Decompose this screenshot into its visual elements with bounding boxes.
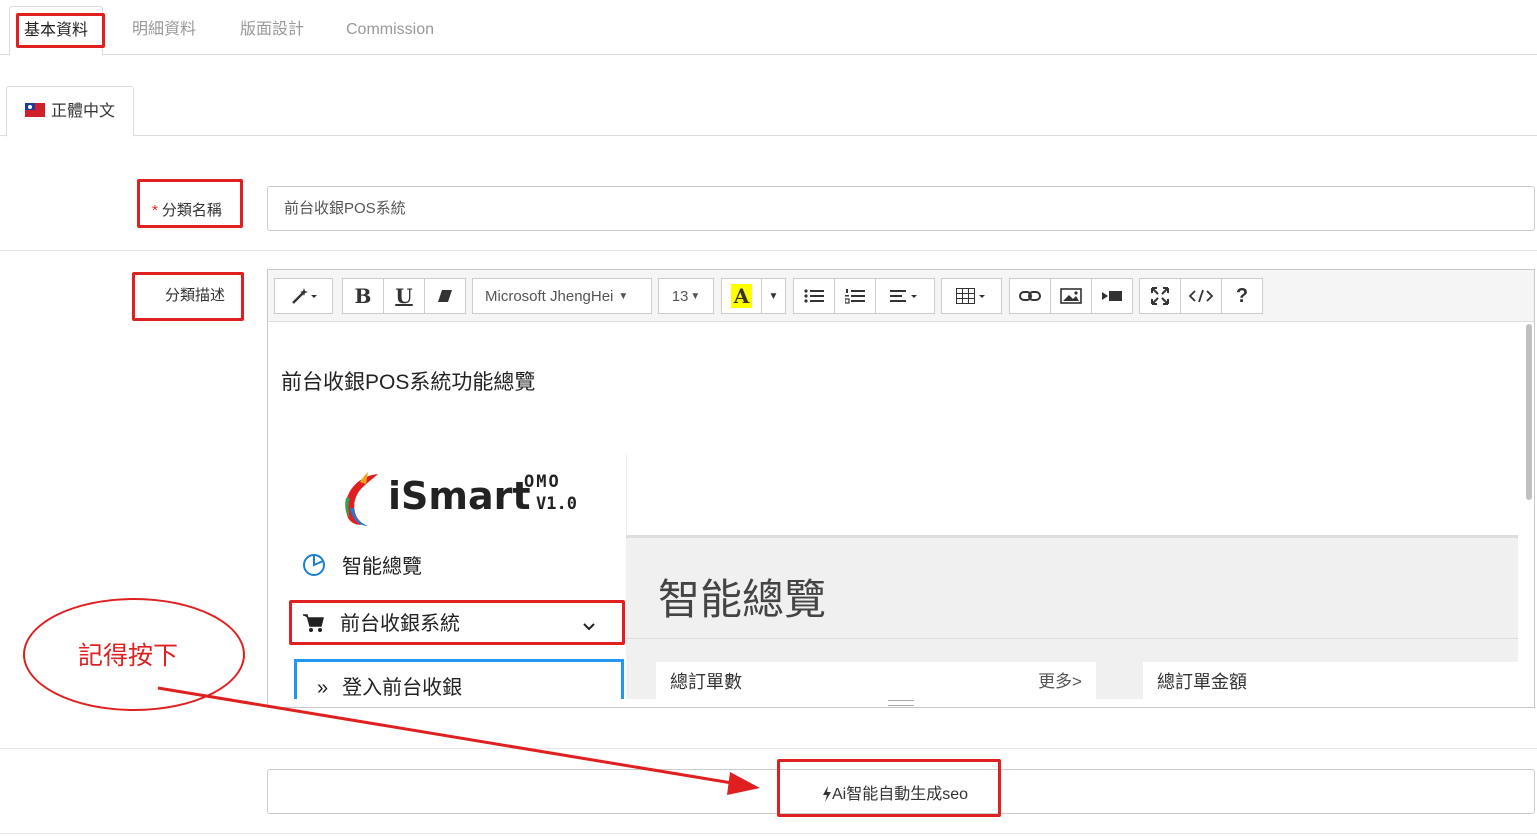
tab-commission-label: Commission: [346, 21, 435, 38]
category-description-label: 分類描述: [165, 284, 225, 305]
editor-content-area[interactable]: 前台收銀POS系統功能總覽 iSmart OMO V1.0 智能總覽 前台收銀系…: [268, 322, 1534, 699]
ordered-list-button[interactable]: [834, 278, 876, 314]
card-total-order-amount: 總訂單金額: [1143, 662, 1518, 699]
editor-resize-handle[interactable]: [888, 700, 914, 706]
eraser-icon: [438, 290, 452, 302]
required-mark: *: [152, 202, 158, 219]
editor-content-title: 前台收銀POS系統功能總覽: [281, 371, 536, 394]
fullscreen-button[interactable]: [1139, 278, 1181, 314]
text-color-icon: A: [730, 284, 753, 308]
code-view-button[interactable]: [1180, 278, 1222, 314]
row-divider: [0, 833, 1537, 834]
underline-button[interactable]: U: [383, 278, 425, 314]
tab-layout-design[interactable]: 版面設計: [226, 6, 318, 55]
tab-commission[interactable]: Commission: [332, 6, 448, 55]
row-divider: [0, 250, 1537, 251]
top-tab-bar: 基本資料 明細資料 版面設計 Commission: [0, 0, 1537, 56]
caret-down-icon: ▼: [768, 290, 779, 302]
paragraph-align-button[interactable]: [875, 278, 935, 314]
caret-down-icon: ▼: [690, 290, 701, 302]
bold-button[interactable]: B: [342, 278, 384, 314]
video-button[interactable]: [1091, 278, 1133, 314]
row-divider: [0, 748, 1537, 749]
ismart-logo-text: iSmart: [388, 474, 531, 518]
clear-format-button[interactable]: [424, 278, 466, 314]
embedded-sidebar: 智能總覽 前台收銀系統 » 登入前台收銀: [280, 535, 626, 699]
language-tab-traditional-chinese[interactable]: 正體中文: [6, 86, 134, 137]
tab-basic-info[interactable]: 基本資料: [9, 6, 104, 56]
language-tab-label: 正體中文: [51, 103, 116, 120]
picture-icon: [1060, 288, 1082, 304]
sidebar-item-overview-label: 智能總覽: [342, 556, 422, 578]
link-button[interactable]: [1009, 278, 1051, 314]
sidebar-subitem-login-pos-label: 登入前台收銀: [342, 677, 463, 699]
font-family-value: Microsoft JhengHei: [485, 287, 614, 305]
table-button[interactable]: [941, 278, 1002, 314]
shopping-cart-icon: [303, 614, 324, 632]
sidebar-subitem-login-pos: » 登入前台收銀: [294, 659, 624, 699]
caret-down-icon: ▼: [618, 290, 629, 302]
image-button[interactable]: [1050, 278, 1092, 314]
embedded-pos-screenshot: iSmart OMO V1.0 智能總覽 前台收銀系統 » 登入前台收銀 智能總…: [280, 454, 1518, 699]
tab-layout-design-label: 版面設計: [240, 21, 305, 38]
video-icon: [1102, 291, 1122, 301]
double-chevron-icon: »: [317, 677, 329, 699]
ismart-swoosh-icon: [345, 472, 378, 526]
embedded-header: [626, 454, 1518, 535]
embedded-main: 智能總覽 總訂單數 更多> 總訂單金額: [626, 535, 1518, 699]
category-name-label: * 分類名稱: [152, 199, 222, 220]
taiwan-flag-icon: [25, 103, 45, 117]
category-name-input[interactable]: 前台收銀POS系統: [267, 186, 1535, 231]
card-total-order-amount-label: 總訂單金額: [1157, 672, 1247, 692]
magic-wand-icon: [291, 288, 317, 304]
category-name-label-text: 分類名稱: [161, 202, 222, 219]
ai-seo-generate-button[interactable]: Ai智能自動生成seo: [822, 780, 968, 804]
chevron-down-icon: [583, 623, 595, 631]
font-size-value: 13: [671, 287, 689, 305]
ismart-logo-omo: OMO: [524, 472, 561, 492]
category-name-value: 前台收銀POS系統: [284, 200, 406, 217]
editor-toolbar: B U Microsoft JhengHei ▼ 13 ▼ A ▼ ?: [268, 270, 1534, 322]
ai-seo-generate-label: Ai智能自動生成seo: [832, 786, 969, 803]
card-total-orders-label: 總訂單數: [670, 672, 742, 692]
rich-text-editor: B U Microsoft JhengHei ▼ 13 ▼ A ▼ ? 前台收銀…: [267, 269, 1535, 708]
bullet-list-icon: [804, 289, 824, 303]
text-color-button[interactable]: A: [721, 278, 762, 314]
tab-detail-info-label: 明細資料: [132, 21, 197, 38]
fullscreen-icon: [1151, 287, 1169, 305]
style-magic-button[interactable]: [274, 278, 333, 314]
font-family-select[interactable]: Microsoft JhengHei ▼: [472, 278, 652, 314]
underline-icon: U: [395, 284, 413, 308]
embedded-divider: [626, 638, 1518, 639]
table-icon: [955, 288, 985, 304]
code-icon: [1188, 289, 1214, 303]
sidebar-item-overview: 智能總覽: [280, 550, 626, 579]
sidebar-item-pos-system-label: 前台收銀系統: [340, 613, 460, 635]
language-tab-bar: 正體中文: [0, 86, 1537, 137]
annotation-text: 記得按下: [78, 642, 179, 670]
bold-icon: B: [354, 284, 372, 308]
color-dropdown-button[interactable]: ▼: [761, 278, 786, 314]
tab-basic-info-label: 基本資料: [24, 22, 89, 39]
unordered-list-button[interactable]: [793, 278, 835, 314]
sidebar-item-pos-system: 前台收銀系統: [280, 604, 626, 648]
numbered-list-icon: [845, 289, 865, 304]
category-description-label-text: 分類描述: [165, 287, 226, 304]
help-icon: ?: [1235, 284, 1249, 307]
card-more-link: 更多>: [1038, 672, 1082, 691]
link-icon: [1019, 291, 1041, 301]
card-total-orders: 總訂單數 更多>: [656, 662, 1096, 699]
help-button[interactable]: ?: [1221, 278, 1263, 314]
lightning-icon: [823, 786, 831, 802]
ismart-logo-version: V1.0: [536, 494, 577, 514]
embedded-main-title: 智能總覽: [658, 576, 827, 623]
align-left-icon: [890, 290, 917, 302]
tab-detail-info[interactable]: 明細資料: [118, 6, 210, 55]
pie-chart-icon: [303, 554, 325, 576]
font-size-select[interactable]: 13 ▼: [658, 278, 714, 314]
editor-scrollbar[interactable]: [1526, 324, 1532, 500]
